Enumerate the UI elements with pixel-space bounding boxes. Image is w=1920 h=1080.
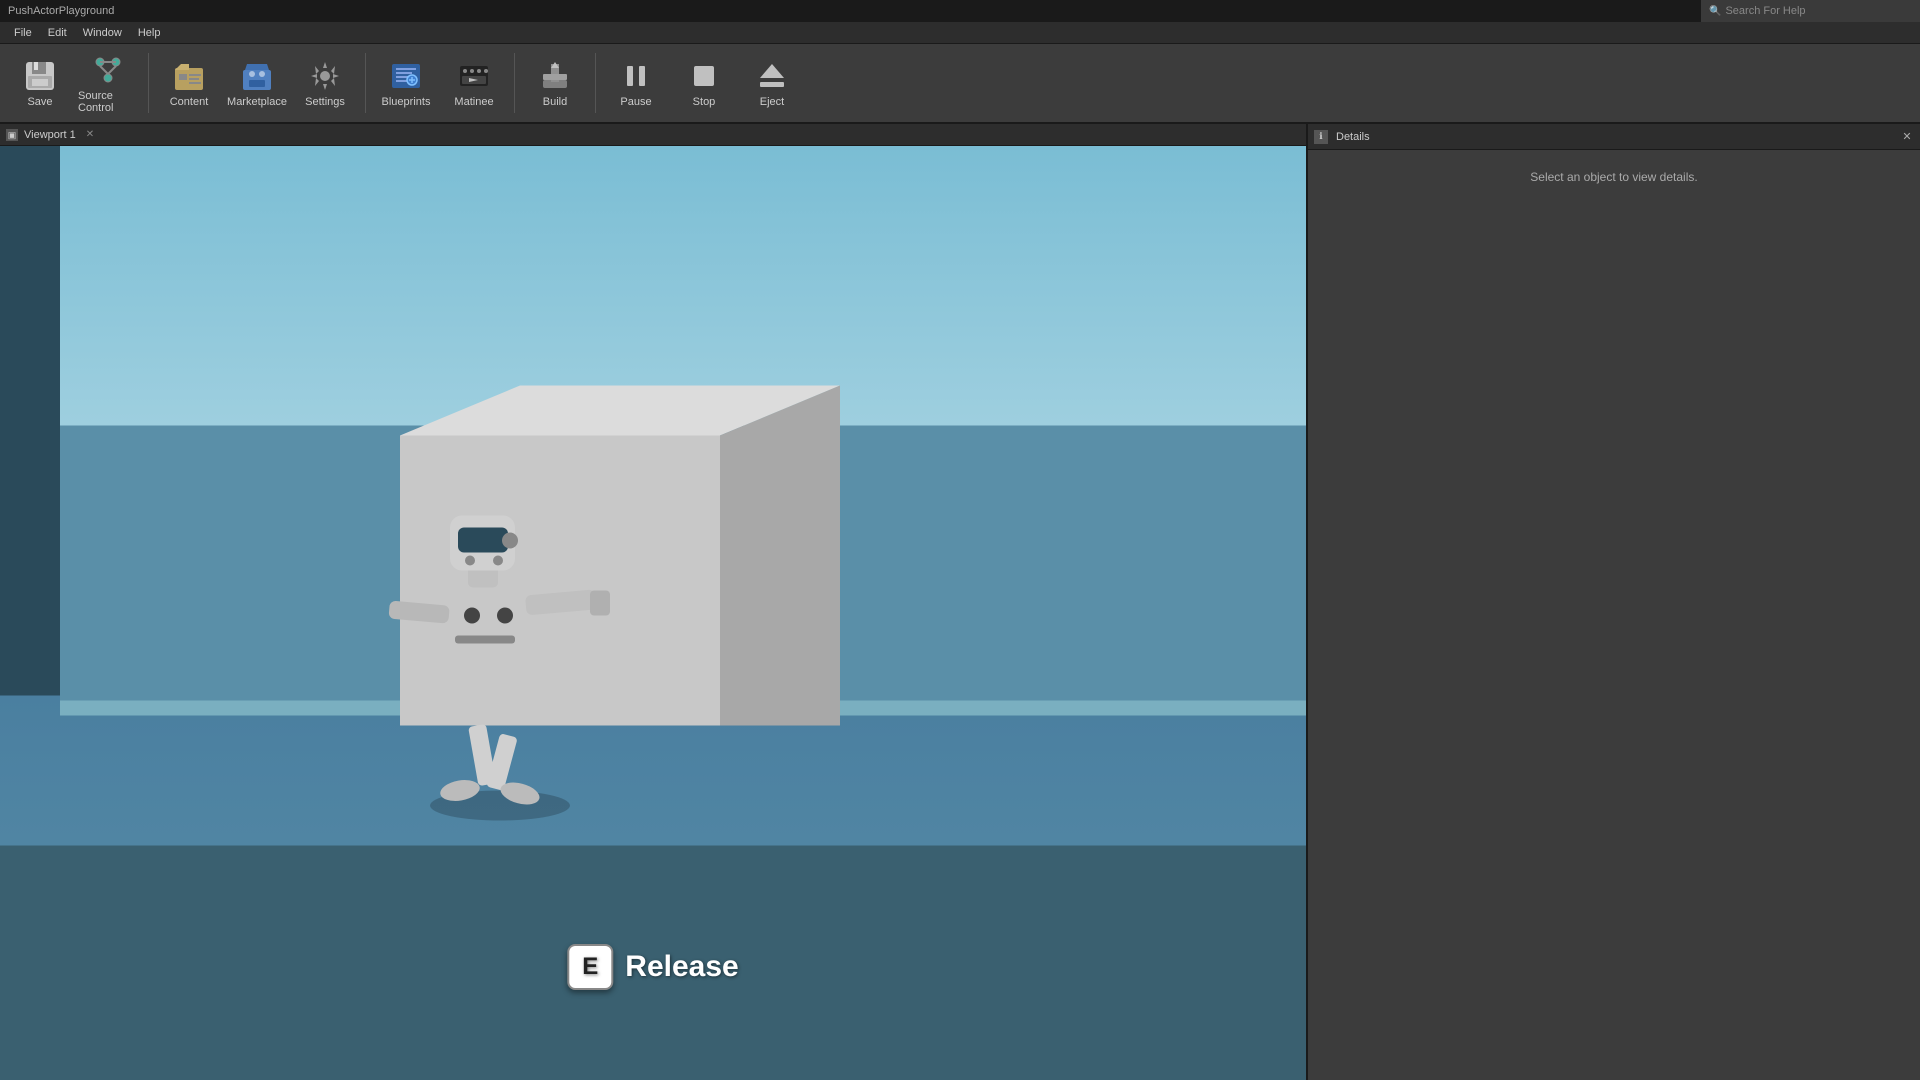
stop-icon	[686, 58, 722, 94]
details-tab-bar: ℹ Details ✕	[1308, 124, 1920, 150]
build-button[interactable]: Build	[523, 47, 587, 119]
build-label: Build	[543, 96, 567, 108]
save-button[interactable]: Save	[8, 47, 72, 119]
toolbar-sep-2	[365, 53, 366, 113]
blueprints-icon	[388, 58, 424, 94]
title-bar: PushActorPlayground	[0, 0, 1920, 22]
eject-icon	[754, 58, 790, 94]
settings-button[interactable]: Settings	[293, 47, 357, 119]
release-badge: E Release	[567, 944, 738, 990]
content-button[interactable]: Content	[157, 47, 221, 119]
source-control-label: Source Control	[78, 90, 138, 114]
marketplace-button[interactable]: Marketplace	[225, 47, 289, 119]
viewport-area: ▣ Viewport 1 ✕	[0, 124, 1306, 1080]
viewport-tab-close[interactable]: ✕	[86, 129, 94, 140]
viewport-tab-icon: ▣	[6, 129, 18, 141]
viewport-tab-label: Viewport 1	[24, 129, 76, 141]
stop-label: Stop	[693, 96, 716, 108]
menu-bar: File Edit Window Help 🔍 Search For Help	[0, 22, 1920, 44]
app-title: PushActorPlayground	[8, 5, 114, 17]
settings-icon	[307, 58, 343, 94]
viewport-tab[interactable]: ▣ Viewport 1 ✕	[0, 124, 1306, 146]
menu-window[interactable]: Window	[75, 25, 130, 41]
details-tab-label: Details	[1336, 131, 1370, 143]
menu-help[interactable]: Help	[130, 25, 169, 41]
title-bar-left: PushActorPlayground	[8, 5, 114, 17]
search-for-help-label: Search For Help	[1725, 5, 1805, 17]
matinee-button[interactable]: Matinee	[442, 47, 506, 119]
menu-edit[interactable]: Edit	[40, 25, 75, 41]
build-icon	[537, 58, 573, 94]
settings-label: Settings	[305, 96, 345, 108]
toolbar: Save Source Control	[0, 44, 1920, 124]
eject-button[interactable]: Eject	[740, 47, 804, 119]
pause-button[interactable]: Pause	[604, 47, 668, 119]
details-close-button[interactable]: ✕	[1900, 130, 1914, 144]
blueprints-label: Blueprints	[382, 96, 431, 108]
menu-file[interactable]: File	[6, 25, 40, 41]
pause-icon	[618, 58, 654, 94]
key-e-badge: E	[567, 944, 613, 990]
source-control-button[interactable]: Source Control	[76, 47, 140, 119]
details-empty-message: Select an object to view details.	[1530, 170, 1697, 184]
content-label: Content	[170, 96, 209, 108]
key-e-label: E	[582, 953, 598, 981]
details-panel: ℹ Details ✕ Select an object to view det…	[1306, 124, 1920, 1080]
content-icon	[171, 58, 207, 94]
toolbar-sep-4	[595, 53, 596, 113]
eject-label: Eject	[760, 96, 784, 108]
stop-button[interactable]: Stop	[672, 47, 736, 119]
marketplace-icon	[239, 58, 275, 94]
release-text: Release	[625, 950, 738, 984]
save-icon	[22, 58, 58, 94]
details-tab-icon: ℹ	[1314, 130, 1328, 144]
pause-label: Pause	[620, 96, 651, 108]
save-label: Save	[27, 96, 52, 108]
viewport-scene[interactable]: E Release	[0, 146, 1306, 1080]
blueprints-button[interactable]: Blueprints	[374, 47, 438, 119]
search-for-help-bar[interactable]: 🔍 Search For Help	[1700, 0, 1920, 22]
marketplace-label: Marketplace	[227, 96, 287, 108]
toolbar-sep-3	[514, 53, 515, 113]
details-content: Select an object to view details.	[1308, 150, 1920, 1080]
toolbar-sep-1	[148, 53, 149, 113]
main-area: ▣ Viewport 1 ✕	[0, 124, 1920, 1080]
matinee-label: Matinee	[454, 96, 493, 108]
source-control-icon	[90, 52, 126, 88]
matinee-icon	[456, 58, 492, 94]
